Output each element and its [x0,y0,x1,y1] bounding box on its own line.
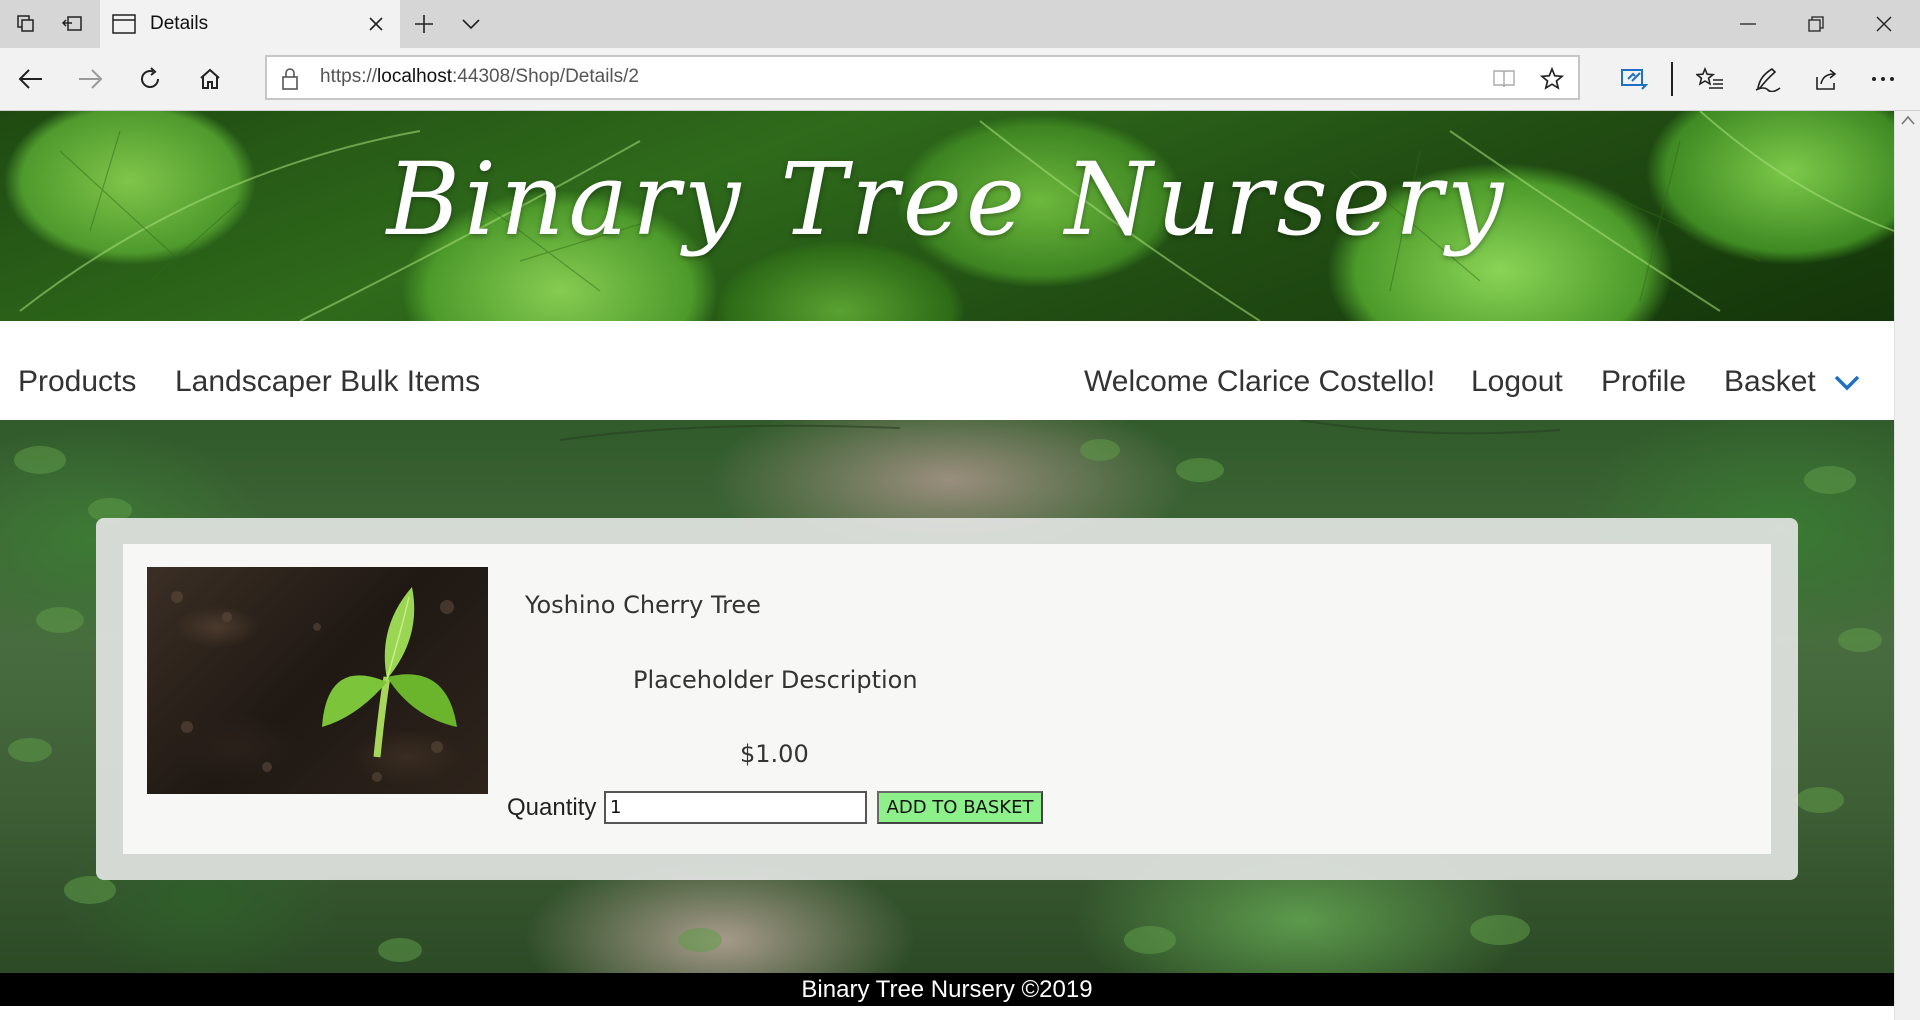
favorite-star-icon[interactable] [1539,66,1565,92]
toolbar-separator [1671,62,1673,96]
welcome-message: Welcome Clarice Costello! [1084,365,1436,398]
tab-preview-chevron-icon[interactable] [457,10,485,38]
seedling-image [171,587,457,782]
forward-arrow-icon[interactable] [73,62,107,96]
product-name: Yoshino Cherry Tree [525,591,761,619]
quantity-label: Quantity [507,794,597,821]
tab-details[interactable]: Details [100,0,400,48]
back-arrow-icon[interactable] [14,62,48,96]
product-image [147,567,488,794]
vertical-scrollbar[interactable] [1894,111,1920,1020]
basket-chevron-down-icon[interactable] [1834,375,1860,391]
favorites-list-icon[interactable] [1693,62,1727,96]
product-card-body: Yoshino Cherry Tree Placeholder Descript… [123,544,1771,854]
product-price: $1.00 [740,740,809,768]
minimize-icon[interactable] [1714,0,1782,48]
foliage-background-image: Yoshino Cherry Tree Placeholder Descript… [0,420,1894,973]
product-card: Yoshino Cherry Tree Placeholder Descript… [96,518,1798,880]
site-title: Binary Tree Nursery [386,141,1508,258]
add-to-basket-button[interactable]: ADD TO BASKET [877,791,1043,824]
tab-actions-icon[interactable] [12,10,40,38]
home-icon[interactable] [193,62,227,96]
reading-view-icon[interactable] [1491,66,1517,92]
set-tabs-aside-icon[interactable] [58,10,86,38]
quantity-input[interactable] [604,791,867,824]
web-page: Binary Tree Nursery Products Landscaper … [0,111,1894,1020]
more-options-icon[interactable] [1866,62,1900,96]
address-bar[interactable]: https://localhost:44308/Shop/Details/2 [265,55,1580,100]
close-tab-icon[interactable] [362,10,390,38]
new-tab-icon[interactable] [410,10,438,38]
extension-icon[interactable] [1617,62,1651,96]
browser-titlebar: Details [0,0,1920,48]
nav-products[interactable]: Products [18,365,136,399]
tab-title: Details [150,13,209,34]
site-footer: Binary Tree Nursery ©2019 [0,973,1894,1006]
nav-profile[interactable]: Profile [1601,365,1686,399]
lock-icon [282,68,298,90]
site-navigation: Products Landscaper Bulk Items Welcome C… [0,321,1894,420]
close-window-icon[interactable] [1850,0,1918,48]
scroll-up-arrow-icon[interactable] [1901,115,1915,125]
nav-logout[interactable]: Logout [1471,365,1563,399]
nav-basket[interactable]: Basket [1724,365,1816,399]
product-description: Placeholder Description [633,666,918,694]
site-banner: Binary Tree Nursery [0,111,1894,321]
restore-icon[interactable] [1782,0,1850,48]
share-icon[interactable] [1810,62,1844,96]
page-icon [112,14,136,34]
url-text: https://localhost:44308/Shop/Details/2 [320,66,639,87]
page-bottom-space [0,1006,1894,1020]
nav-landscaper-bulk-items[interactable]: Landscaper Bulk Items [175,365,480,399]
refresh-icon[interactable] [133,62,167,96]
pen-notes-icon[interactable] [1751,62,1785,96]
